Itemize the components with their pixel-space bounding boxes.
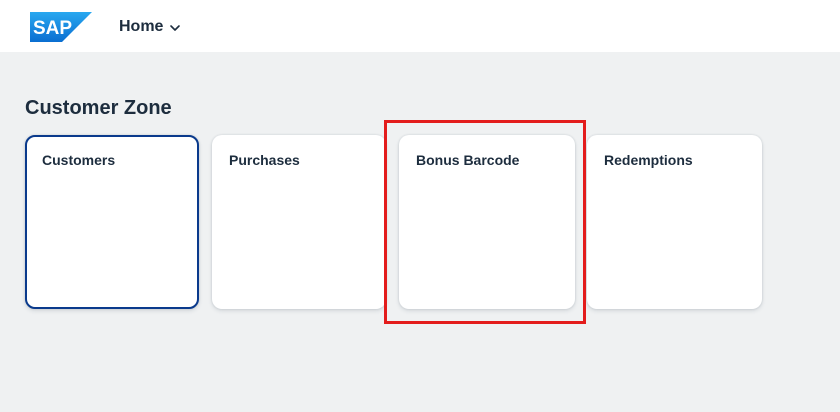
sap-logo[interactable]: SAP (30, 12, 92, 42)
sap-logo-icon: SAP (30, 12, 92, 42)
shell-bar: SAP Home (0, 0, 840, 52)
tile-title: Redemptions (604, 152, 693, 168)
tile-customers[interactable]: Customers (25, 135, 199, 309)
tile-purchases[interactable]: Purchases (212, 135, 386, 309)
tile-redemptions[interactable]: Redemptions (587, 135, 762, 309)
chevron-down-icon (169, 21, 181, 33)
tile-title: Customers (42, 152, 116, 168)
tile-title: Purchases (229, 152, 300, 168)
tile-bonus-barcode[interactable]: Bonus Barcode (399, 135, 575, 309)
section-title: Customer Zone (25, 97, 172, 119)
tile-title: Bonus Barcode (416, 152, 520, 168)
home-menu-button[interactable]: Home (119, 16, 181, 38)
home-menu-label: Home (119, 18, 164, 35)
sap-logo-text: SAP (33, 18, 72, 39)
